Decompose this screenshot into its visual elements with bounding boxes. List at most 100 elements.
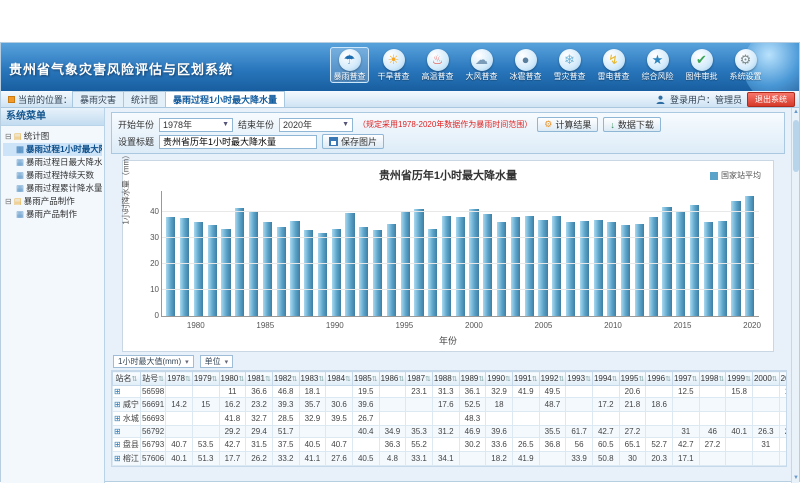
- expand-icon[interactable]: ⊞: [114, 400, 121, 409]
- calculate-label: 计算结果: [555, 118, 591, 131]
- breadcrumb-tab[interactable]: 暴雨灾害: [72, 91, 123, 108]
- column-header[interactable]: 1993⇅: [566, 372, 593, 386]
- column-header[interactable]: 1991⇅: [512, 372, 539, 386]
- scroll-down-arrow[interactable]: ▼: [792, 474, 800, 483]
- menu-item[interactable]: ▦暴雨过程日最大降水量: [3, 156, 102, 169]
- value-cell: 32.7: [246, 412, 273, 426]
- column-header[interactable]: 1998⇅: [699, 372, 726, 386]
- column-header[interactable]: 1983⇅: [299, 372, 326, 386]
- menu-item[interactable]: ▦暴雨产品制作: [3, 208, 102, 221]
- sort-icon: ⇅: [212, 376, 218, 383]
- module-lightning[interactable]: ↯雷电普查: [594, 47, 633, 83]
- collapse-icon[interactable]: ⊟: [5, 195, 12, 208]
- module-heat[interactable]: ♨高温普查: [418, 47, 457, 83]
- expand-icon[interactable]: ⊞: [114, 454, 121, 463]
- value-cell: [672, 412, 699, 426]
- module-wind[interactable]: ☁大风普查: [462, 47, 501, 83]
- bar: [580, 221, 589, 316]
- station-name: 榕江: [121, 454, 139, 463]
- filter-dropdown[interactable]: 单位▾: [200, 355, 234, 368]
- calculate-button[interactable]: ⚙ 计算结果: [537, 117, 598, 132]
- column-header[interactable]: 1986⇅: [379, 372, 406, 386]
- expand-icon[interactable]: ⊞: [114, 387, 121, 396]
- column-header[interactable]: 1997⇅: [672, 372, 699, 386]
- value-cell: 26.7: [352, 412, 379, 426]
- start-year-select[interactable]: 1978年 ▼: [159, 118, 233, 132]
- column-header[interactable]: 1990⇅: [486, 372, 513, 386]
- chart-title-input[interactable]: [159, 135, 317, 149]
- column-header[interactable]: 1982⇅: [272, 372, 299, 386]
- column-header[interactable]: 站号⇅: [140, 372, 165, 386]
- value-cell: 41.9: [512, 386, 539, 398]
- column-header[interactable]: 1996⇅: [646, 372, 673, 386]
- column-header[interactable]: 2001⇅: [779, 372, 787, 386]
- module-label: 高温普查: [419, 72, 456, 81]
- module-settings[interactable]: ⚙系统设置: [726, 47, 765, 83]
- logout-button[interactable]: 退出系统: [747, 92, 795, 107]
- module-drought[interactable]: ☀干旱普查: [374, 47, 413, 83]
- value-cell: 51.3: [192, 452, 219, 466]
- value-cell: [699, 386, 726, 398]
- chevron-down-icon: ▾: [185, 358, 189, 366]
- menu-group[interactable]: ⊟▤统计图: [3, 130, 102, 143]
- value-cell: [166, 386, 193, 398]
- menu-item[interactable]: ▦暴雨过程持续天数: [3, 169, 102, 182]
- station-name: 水城: [121, 414, 139, 423]
- module-rainstorm[interactable]: ☂暴雨普查: [330, 47, 369, 83]
- column-header[interactable]: 1987⇅: [406, 372, 433, 386]
- value-cell: 36.1: [459, 386, 486, 398]
- expand-icon[interactable]: ⊞: [114, 414, 121, 423]
- chart-legend: 国家站平均: [710, 170, 761, 181]
- vertical-scrollbar[interactable]: ▲ ▼: [791, 108, 799, 483]
- value-cell: 17.2: [592, 398, 619, 412]
- column-header[interactable]: 1981⇅: [246, 372, 273, 386]
- column-header[interactable]: 1989⇅: [459, 372, 486, 386]
- column-header[interactable]: 1995⇅: [619, 372, 646, 386]
- column-label: 1997: [674, 374, 692, 383]
- table-row: ⊞ 5679229.229.451.740.434.935.331.246.93…: [113, 426, 788, 438]
- menu-group[interactable]: ⊟▤暴雨产品制作: [3, 195, 102, 208]
- scrollbar-thumb[interactable]: [793, 120, 799, 172]
- bar: [318, 233, 327, 316]
- column-label: 1995: [621, 374, 639, 383]
- scroll-up-arrow[interactable]: ▲: [792, 108, 800, 117]
- value-cell: [166, 426, 193, 438]
- value-cell: [779, 398, 787, 412]
- collapse-icon[interactable]: ⊟: [5, 130, 12, 143]
- module-hail[interactable]: ●冰雹普查: [506, 47, 545, 83]
- save-image-button[interactable]: 保存图片: [322, 134, 384, 149]
- breadcrumb-tab[interactable]: 暴雨过程1小时最大降水量: [165, 91, 285, 108]
- expand-icon[interactable]: ⊞: [114, 427, 121, 436]
- page-icon: ▦: [16, 182, 24, 195]
- download-button[interactable]: ↓ 数据下载: [603, 117, 661, 132]
- menu-item[interactable]: ▦暴雨过程累计降水量: [3, 182, 102, 195]
- column-header[interactable]: 1978⇅: [166, 372, 193, 386]
- column-label: 1984: [327, 374, 345, 383]
- expand-icon[interactable]: ⊞: [114, 440, 121, 449]
- column-header[interactable]: 1984⇅: [326, 372, 353, 386]
- module-snow[interactable]: ❄雪灾普查: [550, 47, 589, 83]
- column-header[interactable]: 1979⇅: [192, 372, 219, 386]
- column-header[interactable]: 1992⇅: [539, 372, 566, 386]
- column-header[interactable]: 站名⇅: [113, 372, 141, 386]
- column-header[interactable]: 1988⇅: [432, 372, 459, 386]
- column-header[interactable]: 2000⇅: [752, 372, 779, 386]
- column-header[interactable]: 1994⇅: [592, 372, 619, 386]
- station-name-cell: ⊞ 榕江: [113, 452, 141, 466]
- value-cell: [726, 452, 753, 466]
- legend-label: 国家站平均: [721, 170, 761, 181]
- sidebar-title: 系统菜单: [1, 108, 104, 126]
- breadcrumb-tab[interactable]: 统计图: [123, 91, 165, 108]
- module-risk[interactable]: ★综合风险: [638, 47, 677, 83]
- module-approval[interactable]: ✔图件审批: [682, 47, 721, 83]
- value-cell: 39.5: [326, 412, 353, 426]
- gridline: [162, 289, 759, 290]
- menu-item[interactable]: ▦暴雨过程1小时最大降水量: [3, 143, 102, 156]
- end-year-select[interactable]: 2020年 ▼: [279, 118, 353, 132]
- filter-dropdown[interactable]: 1小时最大值(mm)▾: [113, 355, 194, 368]
- column-header[interactable]: 1980⇅: [219, 372, 246, 386]
- value-cell: 48.7: [539, 398, 566, 412]
- column-header[interactable]: 1985⇅: [352, 372, 379, 386]
- column-header[interactable]: 1999⇅: [726, 372, 753, 386]
- menu-item-label: 暴雨过程1小时最大降水量: [26, 143, 102, 156]
